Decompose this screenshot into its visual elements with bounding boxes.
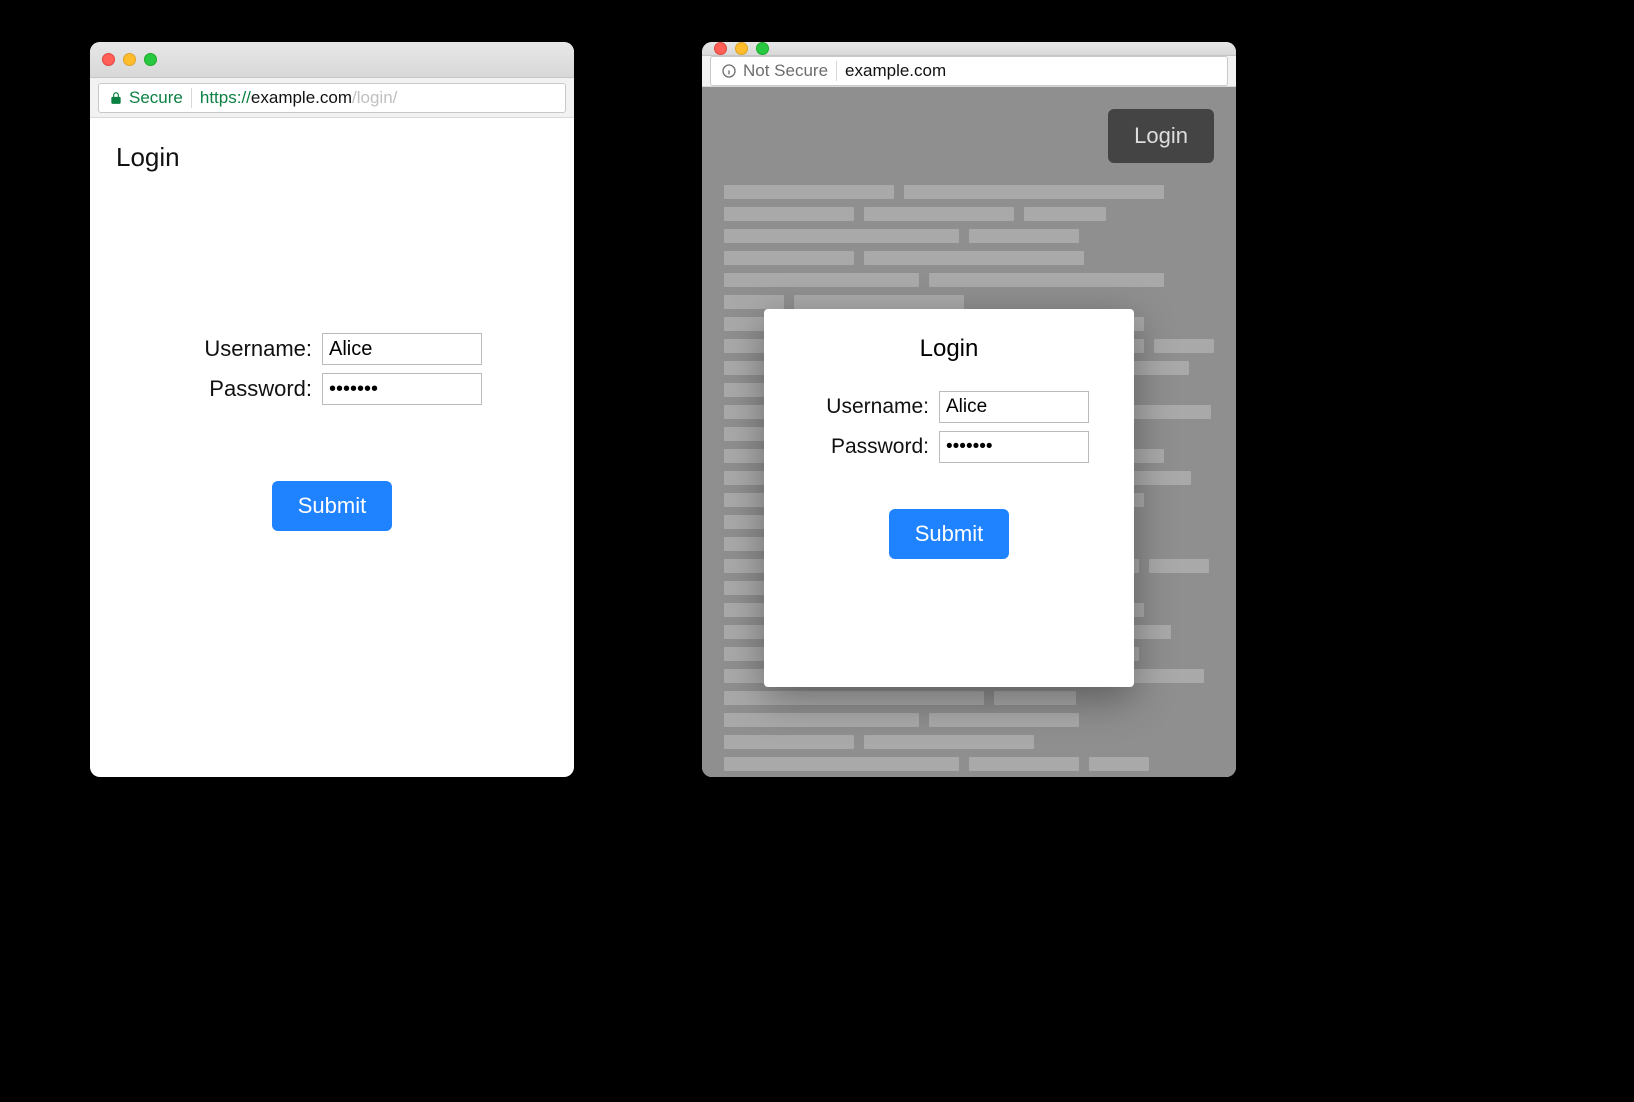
login-button[interactable]: Login (1108, 109, 1214, 163)
browser-window-not-secure: Not Secure example.com Login (702, 42, 1236, 777)
modal-username-row: Username: (809, 391, 1089, 423)
secure-label-text: Secure (129, 88, 183, 108)
login-form: Username: Password: Submit (116, 333, 548, 531)
viewport: Login (702, 87, 1236, 777)
maximize-icon[interactable] (756, 42, 769, 55)
username-input[interactable] (322, 333, 482, 365)
url-text: https://example.com/login/ (200, 88, 398, 108)
close-icon[interactable] (714, 42, 727, 55)
window-titlebar (90, 42, 574, 78)
password-label: Password: (182, 376, 312, 402)
url-host: example.com (845, 61, 946, 81)
username-row: Username: (182, 333, 482, 365)
modal-title: Login (920, 335, 979, 363)
info-icon (721, 63, 737, 79)
minimize-icon[interactable] (123, 53, 136, 66)
modal-username-label: Username: (809, 395, 929, 419)
password-input[interactable] (322, 373, 482, 405)
submit-button[interactable]: Submit (272, 481, 392, 531)
login-page: Login Username: Password: Submit (90, 118, 574, 777)
address-bar: Secure https://example.com/login/ (90, 78, 574, 118)
close-icon[interactable] (102, 53, 115, 66)
modal-password-row: Password: (809, 431, 1089, 463)
modal-password-label: Password: (809, 435, 929, 459)
modal-username-input[interactable] (939, 391, 1089, 423)
browser-window-secure: Secure https://example.com/login/ Login … (90, 42, 574, 777)
address-bar: Not Secure example.com (702, 56, 1236, 87)
omnibox-separator (836, 61, 837, 81)
maximize-icon[interactable] (144, 53, 157, 66)
url-scheme: https (200, 88, 237, 107)
viewport: Login Username: Password: Submit (90, 118, 574, 777)
not-secure-indicator: Not Secure (721, 61, 828, 81)
url-path: /login/ (352, 88, 397, 107)
modal-submit-button[interactable]: Submit (889, 509, 1009, 559)
omnibox[interactable]: Secure https://example.com/login/ (98, 83, 566, 113)
url-host: example.com (251, 88, 352, 107)
secure-indicator: Secure (109, 88, 183, 108)
minimize-icon[interactable] (735, 42, 748, 55)
lock-icon (109, 91, 123, 105)
page-topbar: Login (724, 109, 1214, 163)
omnibox[interactable]: Not Secure example.com (710, 56, 1228, 86)
omnibox-separator (191, 88, 192, 108)
password-row: Password: (182, 373, 482, 405)
page-title: Login (116, 142, 548, 173)
modal-password-input[interactable] (939, 431, 1089, 463)
not-secure-label-text: Not Secure (743, 61, 828, 81)
login-modal: Login Username: Password: Submit (764, 309, 1134, 687)
username-label: Username: (182, 336, 312, 362)
window-titlebar (702, 42, 1236, 56)
